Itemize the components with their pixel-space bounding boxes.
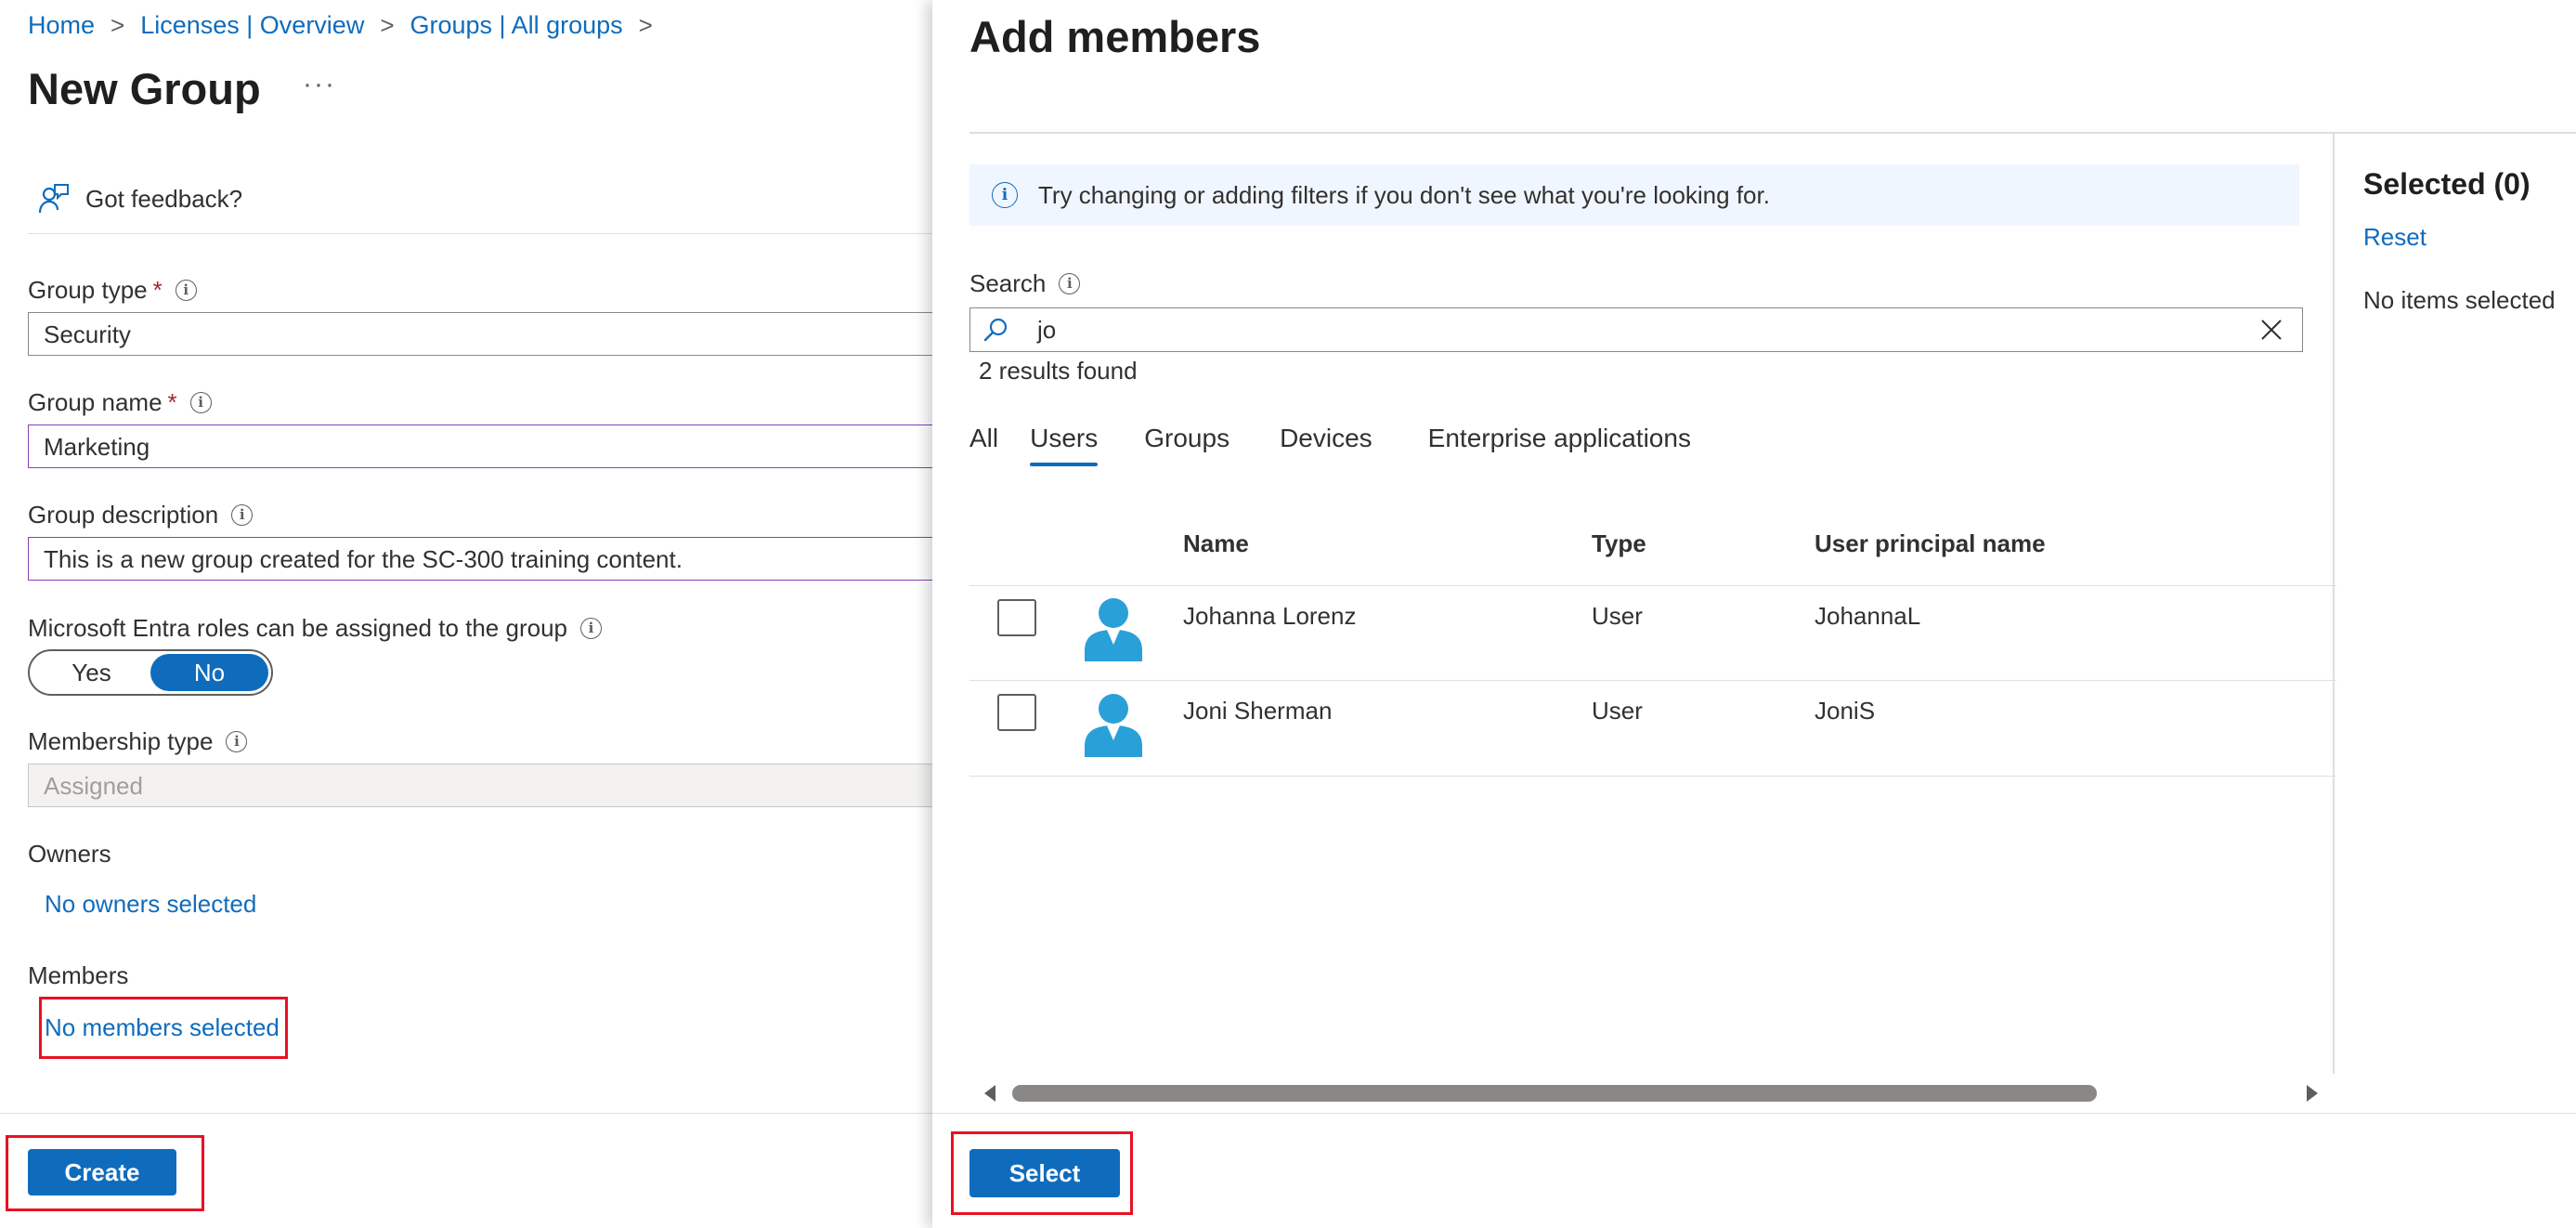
row-type: User <box>1592 602 1643 630</box>
selected-pane-divider <box>2333 134 2335 1074</box>
page-title: New Group <box>28 64 261 113</box>
chevron-right-icon: > <box>111 11 125 39</box>
results-count: 2 results found <box>979 357 1138 385</box>
group-name-label: Group name * i <box>28 388 212 417</box>
entra-roles-toggle[interactable]: Yes No <box>28 649 273 696</box>
add-members-panel: Add members i Try changing or adding fil… <box>932 0 2576 1228</box>
group-type-dropdown[interactable]: Security <box>28 312 938 356</box>
info-icon[interactable]: i <box>1059 273 1081 294</box>
row-upn: JohannaL <box>1815 602 1921 630</box>
owners-label: Owners <box>28 840 111 868</box>
footer-divider <box>932 1113 2576 1114</box>
search-value[interactable]: jo <box>1037 316 2259 345</box>
toggle-option-no[interactable]: No <box>150 654 268 691</box>
membership-type-dropdown: Assigned <box>28 764 938 807</box>
group-description-label: Group description i <box>28 501 254 529</box>
chevron-right-icon: > <box>380 11 395 39</box>
selected-empty-text: No items selected <box>2363 286 2556 314</box>
object-type-tabs: All Users Groups Devices Enterprise appl… <box>969 424 1691 466</box>
tab-enterprise-applications[interactable]: Enterprise applications <box>1428 424 1691 466</box>
feedback-button[interactable]: Got feedback? <box>37 182 242 216</box>
scrollbar-thumb[interactable] <box>1012 1085 2097 1102</box>
user-avatar-icon <box>1085 694 1142 757</box>
breadcrumb-licenses-overview[interactable]: Licenses | Overview <box>140 11 364 40</box>
info-icon[interactable]: i <box>175 280 197 301</box>
divider <box>28 233 932 234</box>
search-label: Search i <box>969 269 1081 298</box>
new-group-blade: Home > Licenses | Overview > Groups | Al… <box>0 0 938 1228</box>
row-checkbox[interactable] <box>997 599 1036 636</box>
scroll-left-icon[interactable] <box>982 1083 997 1104</box>
highlight-box <box>951 1131 1133 1215</box>
selected-title: Selected (0) <box>2363 167 2530 201</box>
info-icon[interactable]: i <box>189 392 212 413</box>
row-divider <box>969 680 2336 681</box>
membership-type-label: Membership type i <box>28 727 248 756</box>
members-label: Members <box>28 961 129 989</box>
group-type-label: Group type * i <box>28 276 197 305</box>
group-name-input[interactable]: Marketing <box>28 425 938 468</box>
reset-link[interactable]: Reset <box>2363 223 2426 252</box>
column-header-upn[interactable]: User principal name <box>1815 529 2046 558</box>
search-input[interactable]: jo <box>969 307 2303 352</box>
row-upn: JoniS <box>1815 697 1876 725</box>
row-name: Joni Sherman <box>1183 697 1333 725</box>
breadcrumb-groups-all[interactable]: Groups | All groups <box>410 11 623 40</box>
search-label-text: Search <box>969 269 1047 297</box>
column-header-name[interactable]: Name <box>1183 529 1249 558</box>
row-checkbox[interactable] <box>997 694 1036 731</box>
tab-all[interactable]: All <box>969 424 998 466</box>
owners-link[interactable]: No owners selected <box>45 890 256 919</box>
info-icon[interactable]: i <box>226 731 248 752</box>
group-description-input[interactable]: This is a new group created for the SC-3… <box>28 537 938 581</box>
tab-users[interactable]: Users <box>1030 424 1099 466</box>
clear-search-icon[interactable] <box>2259 318 2283 342</box>
breadcrumb: Home > Licenses | Overview > Groups | Al… <box>28 11 669 40</box>
search-icon <box>983 318 1008 342</box>
more-options-button[interactable]: ··· <box>303 69 336 100</box>
info-message-bar: i Try changing or adding filters if you … <box>969 164 2299 226</box>
info-message-text: Try changing or adding filters if you do… <box>1038 180 1770 209</box>
group-description-label-text: Group description <box>28 501 219 529</box>
entra-roles-label: Microsoft Entra roles can be assigned to… <box>28 614 602 643</box>
info-icon: i <box>992 182 1018 208</box>
group-type-label-text: Group type <box>28 276 148 304</box>
highlight-box <box>6 1135 204 1211</box>
scroll-right-icon[interactable] <box>2305 1083 2320 1104</box>
highlight-box <box>39 997 288 1059</box>
row-name: Johanna Lorenz <box>1183 602 1357 630</box>
required-marker: * <box>167 388 177 416</box>
info-icon[interactable]: i <box>231 504 254 526</box>
column-header-type[interactable]: Type <box>1592 529 1646 558</box>
row-divider <box>969 776 2336 777</box>
footer-divider <box>0 1113 932 1114</box>
feedback-label: Got feedback? <box>85 184 243 213</box>
group-name-label-text: Group name <box>28 388 163 416</box>
chevron-right-icon: > <box>638 11 653 39</box>
required-marker: * <box>152 276 163 304</box>
tab-groups[interactable]: Groups <box>1144 424 1229 466</box>
membership-type-label-text: Membership type <box>28 727 214 755</box>
info-icon[interactable]: i <box>580 618 602 639</box>
entra-roles-label-text: Microsoft Entra roles can be assigned to… <box>28 614 567 642</box>
panel-title: Add members <box>969 12 1261 61</box>
breadcrumb-home[interactable]: Home <box>28 11 95 40</box>
user-avatar-icon <box>1085 598 1142 661</box>
tab-devices[interactable]: Devices <box>1280 424 1373 466</box>
feedback-icon <box>38 184 69 214</box>
row-divider <box>969 585 2336 586</box>
row-type: User <box>1592 697 1643 725</box>
divider <box>969 132 2576 134</box>
toggle-option-yes[interactable]: Yes <box>33 654 150 691</box>
